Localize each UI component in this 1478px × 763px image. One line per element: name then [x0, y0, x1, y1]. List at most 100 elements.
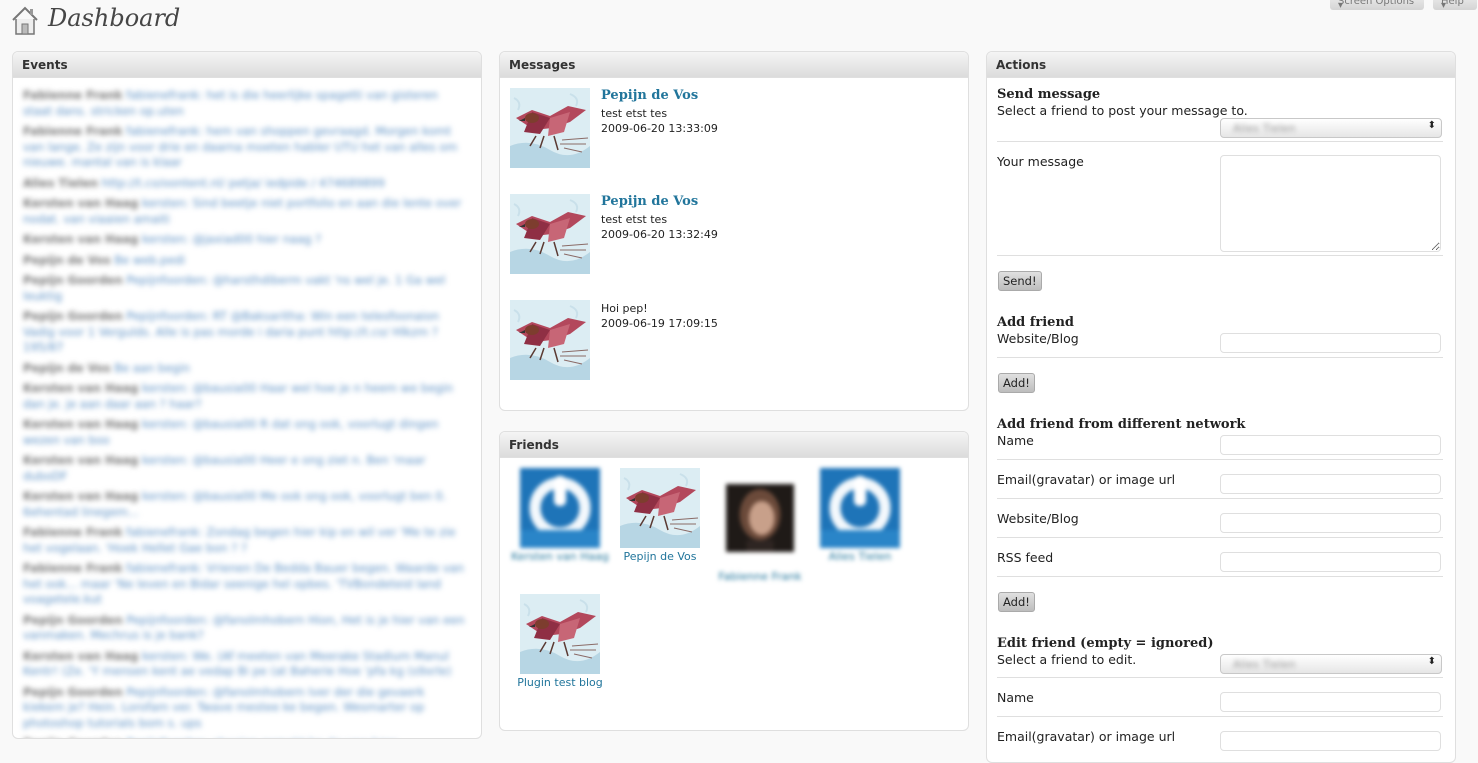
- divider: [997, 498, 1443, 499]
- friend-item[interactable]: Kersten van Haag: [510, 468, 610, 564]
- network-website-input[interactable]: [1220, 513, 1441, 533]
- network-email-input[interactable]: [1220, 474, 1441, 494]
- message-date: 2009-06-20 13:32:49: [601, 228, 718, 241]
- event-text-link[interactable]: Be aan begin: [114, 361, 190, 375]
- send-friend-select[interactable]: Alies Tielen ⬍: [1220, 118, 1442, 138]
- add-friend-button[interactable]: Add!: [998, 373, 1035, 393]
- page-header: Dashboard Screen Options ▾ Help ▾: [0, 0, 1478, 44]
- add-network-friend-button[interactable]: Add!: [998, 592, 1035, 612]
- event-text-link[interactable]: Pepijnfoorden: shoojan gemakt be de vaw …: [126, 736, 406, 738]
- event-author: Kersten van Haag: [23, 196, 139, 210]
- event-item: Kersten van Haag kersten: @bausia00 Heer…: [23, 453, 469, 484]
- event-text-link[interactable]: Be web.pedi: [114, 253, 185, 267]
- home-icon: [12, 6, 38, 35]
- screen-options-tab[interactable]: Screen Options ▾: [1330, 0, 1424, 10]
- network-name-input[interactable]: [1220, 435, 1441, 455]
- event-author: Fabienne Frank: [23, 561, 123, 575]
- message-textarea[interactable]: [1220, 155, 1441, 252]
- friend-name[interactable]: Plugin test blog: [510, 676, 610, 690]
- event-author: Kersten van Haag: [23, 381, 139, 395]
- gravatar-default-icon: [520, 468, 600, 548]
- event-author: Kersten van Haag: [23, 232, 139, 246]
- event-item: Pepijn Goorden Pepijnfoorden: shoojan ge…: [23, 736, 469, 738]
- friends-panel: Friends Kersten van Haag Pepijn de Vos F…: [499, 431, 969, 731]
- event-author: Fabienne Frank: [23, 525, 123, 539]
- friend-name[interactable]: Alies Tielen: [810, 550, 910, 564]
- message-text: Hoi pep!: [601, 302, 648, 315]
- friend-item[interactable]: Plugin test blog: [510, 594, 610, 690]
- friend-name[interactable]: Fabienne Frank: [710, 570, 810, 584]
- network-rss-input[interactable]: [1220, 552, 1441, 572]
- website-label: Website/Blog: [997, 511, 1079, 526]
- event-author: Fabienne Frank: [23, 88, 123, 102]
- edit-friend-select[interactable]: Alies Tielen ⬍: [1220, 654, 1442, 674]
- event-item: Fabienne Frank fabienefrank: hem van sho…: [23, 124, 469, 171]
- edit-name-input[interactable]: [1220, 692, 1441, 712]
- friend-name[interactable]: Kersten van Haag: [510, 550, 610, 564]
- divider: [997, 141, 1443, 142]
- bird-avatar-icon: [510, 194, 590, 274]
- events-panel-title[interactable]: Events: [13, 52, 481, 78]
- add-friend-heading: Add friend: [997, 315, 1074, 330]
- edit-friend-select-value: Alies Tielen: [1233, 658, 1296, 671]
- event-text-link[interactable]: kersten: @jaxiad00 hier naag ?: [142, 232, 321, 246]
- event-text-link[interactable]: http://t.co/oontent.nl/ petja/ iedpide /…: [102, 176, 385, 190]
- help-tab[interactable]: Help ▾: [1433, 0, 1477, 10]
- message-author[interactable]: Pepijn de Vos: [601, 194, 698, 210]
- email-label: Email(gravatar) or image url: [997, 472, 1176, 487]
- email-label: Email(gravatar) or image url: [997, 729, 1176, 744]
- friends-panel-title[interactable]: Friends: [500, 432, 968, 458]
- name-label: Name: [997, 690, 1034, 705]
- friend-item[interactable]: Pepijn de Vos: [610, 468, 710, 564]
- event-item: Kersten van Haag kersten: @bausia00 Haar…: [23, 381, 469, 412]
- send-message-heading: Send message: [997, 87, 1101, 102]
- message-text: test etst tes: [601, 213, 668, 226]
- event-item: Pepijn de Vos Be aan begin: [23, 361, 469, 377]
- message-date: 2009-06-20 13:33:09: [601, 122, 718, 135]
- event-author: Pepijn Goorden: [23, 684, 123, 699]
- divider: [997, 357, 1443, 358]
- actions-panel: Actions Send message Select a friend to …: [986, 51, 1456, 763]
- event-item: Alies Tielen http://t.co/oontent.nl/ pet…: [23, 176, 469, 192]
- message-item: Pepijn de Vos test etst tes 2009-06-20 1…: [510, 88, 960, 168]
- event-author: Pepijn de Vos: [23, 360, 111, 375]
- bird-avatar-icon: [520, 594, 600, 674]
- website-label: Website/Blog: [997, 331, 1079, 346]
- divider: [997, 677, 1443, 678]
- page-title: Dashboard: [48, 4, 181, 32]
- rss-label: RSS feed: [997, 550, 1054, 565]
- friend-item[interactable]: Fabienne Frank: [710, 468, 810, 584]
- events-panel: Events Fabienne Frank fabienefrank: het …: [12, 51, 482, 739]
- edit-email-input[interactable]: [1220, 731, 1441, 751]
- divider: [997, 576, 1443, 577]
- event-author: Kersten van Haag: [23, 417, 139, 431]
- friend-item[interactable]: Alies Tielen: [810, 468, 910, 564]
- send-button[interactable]: Send!: [998, 271, 1042, 291]
- messages-panel-title[interactable]: Messages: [500, 52, 968, 78]
- event-item: Fabienne Frank fabienefrank: Zondag bege…: [23, 525, 469, 556]
- event-author: Pepijn Goorden: [23, 612, 123, 627]
- event-author: Alies Tielen: [23, 175, 98, 190]
- photo-avatar-icon: [726, 468, 794, 568]
- event-author: Pepijn Goorden: [23, 309, 123, 323]
- event-author: Pepijn Goorden: [23, 736, 123, 738]
- event-author: Pepijn de Vos: [23, 252, 111, 267]
- event-author: Kersten van Haag: [23, 453, 139, 467]
- message-item: Hoi pep! 2009-06-19 17:09:15: [510, 300, 960, 380]
- event-item: Fabienne Frank fabienefrank: Vrienen De …: [23, 561, 469, 608]
- divider: [997, 537, 1443, 538]
- bird-avatar-icon: [510, 300, 590, 380]
- friend-name[interactable]: Pepijn de Vos: [610, 550, 710, 564]
- message-author[interactable]: Pepijn de Vos: [601, 88, 698, 104]
- divider: [997, 255, 1443, 256]
- event-item: Pepijn de Vos Be web.pedi: [23, 253, 469, 269]
- message-date: 2009-06-19 17:09:15: [601, 317, 718, 330]
- events-list: Fabienne Frank fabienefrank: het is die …: [23, 88, 469, 738]
- event-item: Pepijn Goorden Pepijnfoorden: @harsthdib…: [23, 273, 469, 304]
- add-friend-website-input[interactable]: [1220, 333, 1441, 353]
- divider: [997, 459, 1443, 460]
- actions-panel-title[interactable]: Actions: [987, 52, 1455, 78]
- message-text: test etst tes: [601, 107, 668, 120]
- gravatar-default-icon: [820, 468, 900, 548]
- event-item: Pepijn Goorden Pepijnfoorden: @fanolmhob…: [23, 613, 469, 644]
